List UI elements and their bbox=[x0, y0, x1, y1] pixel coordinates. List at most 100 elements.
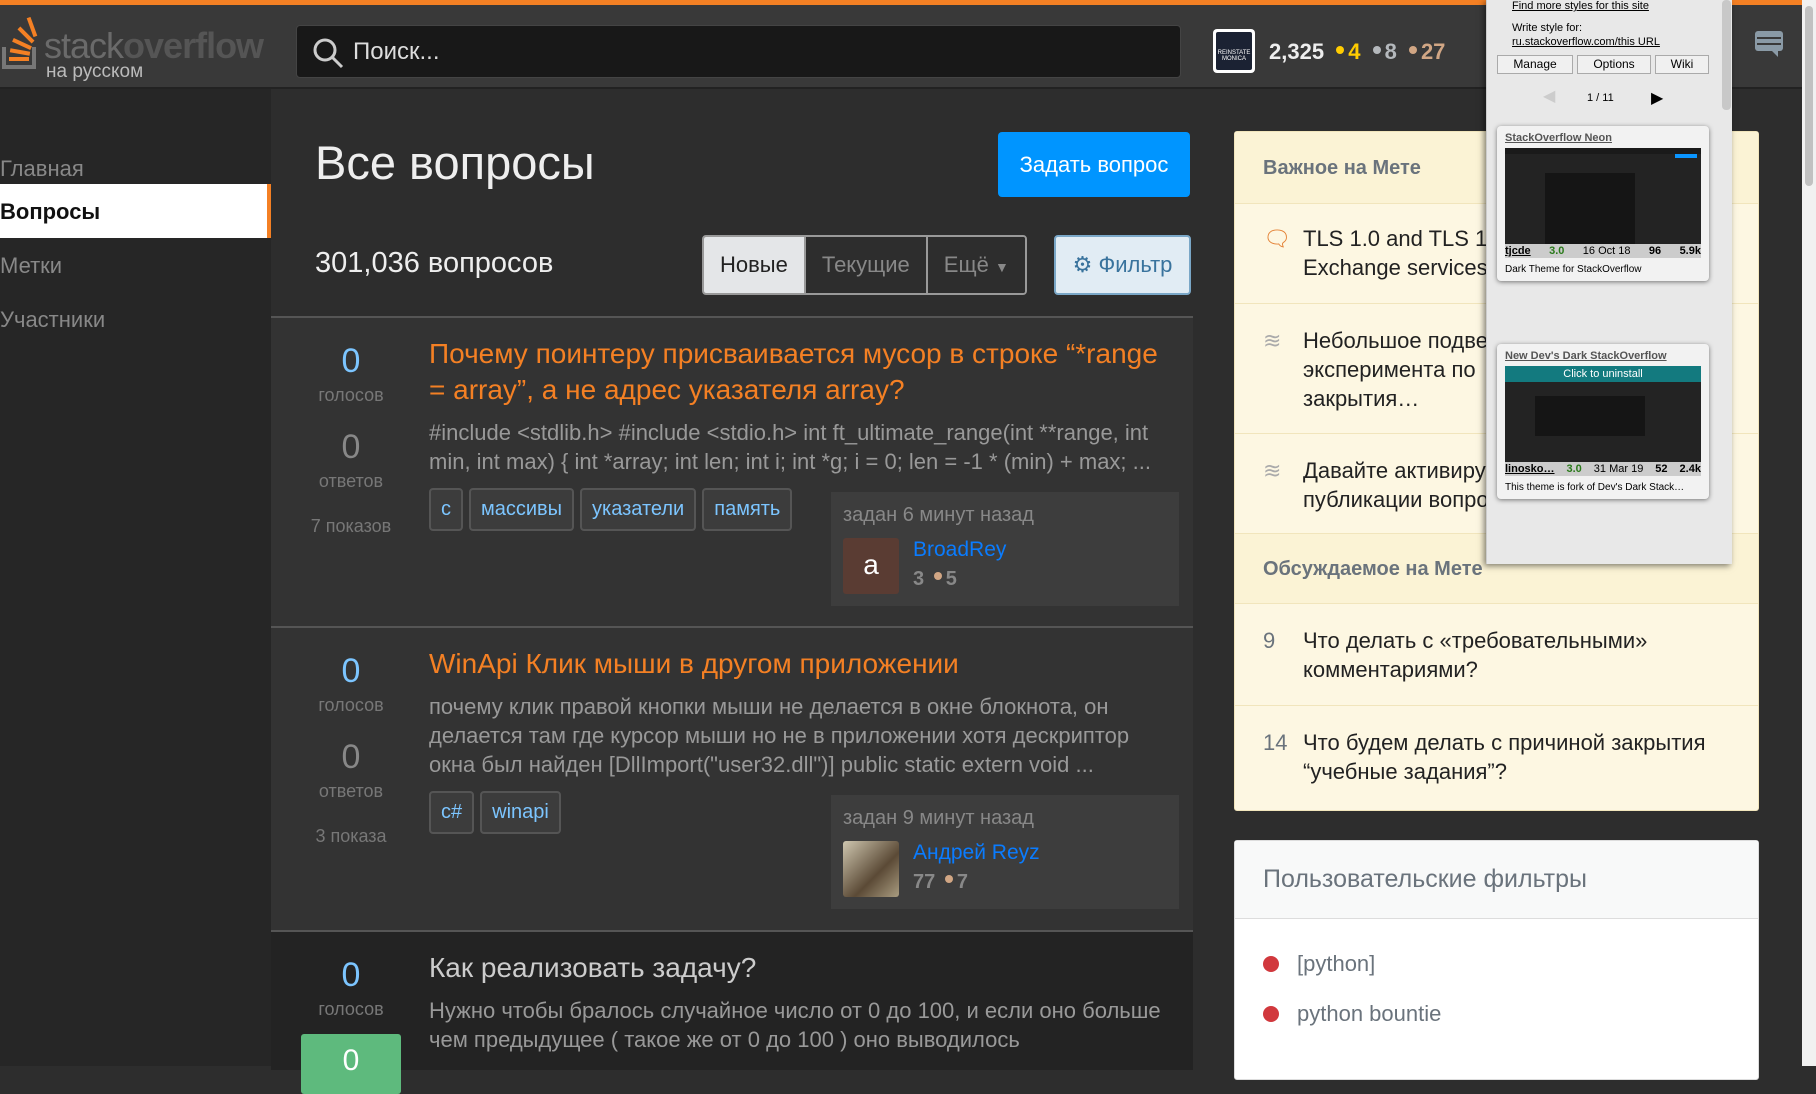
owner-avatar[interactable] bbox=[843, 841, 899, 897]
sort-tabs: Новые Текущие Ещё ▼ bbox=[702, 235, 1027, 295]
view-count: 3 показа bbox=[315, 826, 387, 846]
write-style-link[interactable]: ru.stackoverflow.com/this URL bbox=[1512, 36, 1660, 48]
page-scrollbar[interactable] bbox=[1802, 0, 1816, 1066]
ask-question-button[interactable]: Задать вопрос bbox=[998, 132, 1190, 197]
user-avatar[interactable]: REINSTATE MONICA bbox=[1213, 29, 1255, 73]
chevron-down-icon: ▼ bbox=[994, 259, 1009, 275]
question-summary: 0 голосов 0 ответов 7 показов Почему пои… bbox=[271, 316, 1193, 626]
stackoverflow-logo-icon[interactable] bbox=[2, 17, 40, 69]
meta-item[interactable]: 14 Что будем делать с причиной закрытия “… bbox=[1235, 706, 1758, 810]
nav-tags[interactable]: Метки bbox=[0, 238, 271, 292]
question-excerpt: Нужно чтобы бралось случайное число от 0… bbox=[429, 998, 1161, 1052]
question-title-link[interactable]: WinApi Клик мыши в другом приложении bbox=[429, 646, 1169, 682]
answer-count: 0 bbox=[341, 738, 361, 776]
style-description: Dark Theme for StackOverflow bbox=[1505, 264, 1642, 275]
votes-label: голосов bbox=[318, 999, 384, 1019]
tab-more[interactable]: Ещё ▼ bbox=[927, 237, 1025, 293]
tab-newest[interactable]: Новые bbox=[704, 237, 806, 293]
question-summary: 0 голосов 0 Как реализовать задачу? Нужн… bbox=[271, 930, 1193, 1094]
chat-icon[interactable] bbox=[1754, 30, 1784, 58]
options-button[interactable]: Options bbox=[1577, 55, 1651, 74]
question-title-link[interactable]: Почему поинтеру присваивается мусор в ст… bbox=[429, 336, 1169, 408]
custom-filters-box: Пользовательские фильтры [python] python… bbox=[1234, 840, 1759, 1080]
silver-badges: 8 bbox=[1372, 39, 1397, 64]
style-screenshot bbox=[1505, 148, 1701, 258]
answer-count: 0 bbox=[341, 428, 361, 466]
page-indicator: 1 / 11 bbox=[1587, 92, 1614, 104]
asked-time: задан 6 минут назад bbox=[843, 504, 1034, 526]
vote-count: 0 bbox=[341, 956, 361, 994]
left-sidebar: Главная Вопросы Метки Участники bbox=[0, 89, 271, 1066]
style-stats: linosko… 3.0 31 Mar 19 52 2.4k bbox=[1505, 462, 1701, 476]
logo-word-overflow: overflow bbox=[123, 25, 264, 66]
votes-label: голосов bbox=[318, 695, 384, 715]
style-name-link[interactable]: New Dev's Dark StackOverflow bbox=[1505, 350, 1701, 362]
popup-scrollbar[interactable] bbox=[1722, 0, 1731, 110]
style-screenshot[interactable]: Click to uninstall bbox=[1505, 366, 1701, 476]
gear-icon: ⚙ bbox=[1072, 252, 1093, 277]
search-icon bbox=[313, 38, 344, 69]
main-content: Все вопросы Задать вопрос 301,036 вопрос… bbox=[271, 89, 1193, 1094]
uninstall-overlay[interactable]: Click to uninstall bbox=[1505, 366, 1701, 382]
custom-filters-heading: Пользовательские фильтры bbox=[1235, 841, 1758, 919]
answers-label: ответов bbox=[318, 781, 384, 801]
nav-questions[interactable]: Вопросы bbox=[0, 184, 271, 238]
filter-dot-icon bbox=[1263, 956, 1279, 972]
logo-subtitle: на русском bbox=[46, 61, 144, 82]
question-title-link[interactable]: Как реализовать задачу? bbox=[429, 950, 1169, 986]
search-input[interactable] bbox=[353, 26, 1153, 77]
tag[interactable]: c bbox=[429, 488, 463, 531]
question-stats: 0 голосов 0 bbox=[271, 956, 431, 1094]
vote-count: 0 bbox=[341, 652, 361, 690]
reputation-value: 2,325 bbox=[1269, 39, 1325, 64]
next-page-icon[interactable]: ▶ bbox=[1651, 88, 1663, 108]
tag[interactable]: массивы bbox=[469, 488, 575, 531]
owner-name-link[interactable]: Андрей Reyz bbox=[913, 841, 1040, 865]
search-box[interactable] bbox=[296, 25, 1181, 78]
tag[interactable]: указатели bbox=[580, 488, 697, 531]
scrollbar-thumb[interactable] bbox=[1805, 6, 1813, 186]
question-owner-card: задан 6 минут назад a BroadRey 3 5 bbox=[831, 492, 1179, 606]
style-name-link[interactable]: StackOverflow Neon bbox=[1505, 132, 1701, 144]
gold-badges: 4 bbox=[1336, 39, 1360, 64]
asked-time: задан 9 минут назад bbox=[843, 807, 1034, 829]
owner-avatar[interactable]: a bbox=[843, 538, 899, 594]
find-more-styles-link[interactable]: Find more styles for this site bbox=[1512, 0, 1649, 12]
filter-button[interactable]: ⚙ Фильтр bbox=[1054, 235, 1191, 295]
bronze-badges: 27 bbox=[1408, 39, 1445, 64]
meta-item[interactable]: 9 Что делать с «требовательными» коммента… bbox=[1235, 604, 1758, 706]
filter-item[interactable]: python bountie bbox=[1263, 1001, 1441, 1027]
tag[interactable]: память bbox=[702, 488, 793, 531]
owner-reputation: 77 7 bbox=[913, 871, 968, 893]
stackexchange-icon: ≋ bbox=[1263, 328, 1282, 353]
owner-reputation: 3 5 bbox=[913, 568, 957, 590]
stackexchange-icon: ≋ bbox=[1263, 458, 1282, 483]
style-card[interactable]: StackOverflow Neon tjcde 3.0 16 Oct 18 96 5.… bbox=[1497, 126, 1709, 281]
tag[interactable]: winapi bbox=[480, 791, 561, 834]
tab-active[interactable]: Текущие bbox=[805, 237, 928, 293]
write-style-label: Write style for: bbox=[1512, 22, 1583, 34]
filter-item[interactable]: [python] bbox=[1263, 951, 1375, 977]
style-card[interactable]: New Dev's Dark StackOverflow Click to un… bbox=[1497, 344, 1709, 499]
tag[interactable]: c# bbox=[429, 791, 475, 834]
question-count: 301,036 вопросов bbox=[315, 247, 554, 279]
question-stats: 0 голосов 0 ответов 3 показа bbox=[271, 652, 431, 847]
votes-label: голосов bbox=[318, 385, 384, 405]
stylus-popup: Find more styles for this site Write sty… bbox=[1486, 0, 1732, 564]
nav-users[interactable]: Участники bbox=[0, 292, 271, 346]
question-owner-card: задан 9 минут назад Андрей Reyz 77 7 bbox=[831, 795, 1179, 909]
manage-button[interactable]: Manage bbox=[1497, 55, 1573, 74]
question-excerpt: почему клик правой кнопки мыши не делает… bbox=[429, 694, 1130, 777]
avatar-text: REINSTATE MONICA bbox=[1216, 32, 1252, 70]
view-count: 7 показов bbox=[310, 516, 392, 536]
answers-label: ответов bbox=[318, 471, 384, 491]
speech-bubble-icon: 🗨 bbox=[1263, 226, 1291, 251]
logo-word-stack: stack bbox=[44, 25, 124, 66]
question-stats: 0 голосов 0 ответов 7 показов bbox=[271, 342, 431, 537]
style-stats: tjcde 3.0 16 Oct 18 96 5.9k bbox=[1505, 244, 1701, 258]
owner-name-link[interactable]: BroadRey bbox=[913, 538, 1006, 562]
question-excerpt: #include <stdlib.h> #include <stdio.h> i… bbox=[429, 420, 1151, 474]
user-reputation[interactable]: 2,325 4 8 27 bbox=[1269, 39, 1445, 65]
prev-page-icon[interactable]: ◀ bbox=[1543, 86, 1555, 106]
wiki-button[interactable]: Wiki bbox=[1655, 55, 1709, 74]
